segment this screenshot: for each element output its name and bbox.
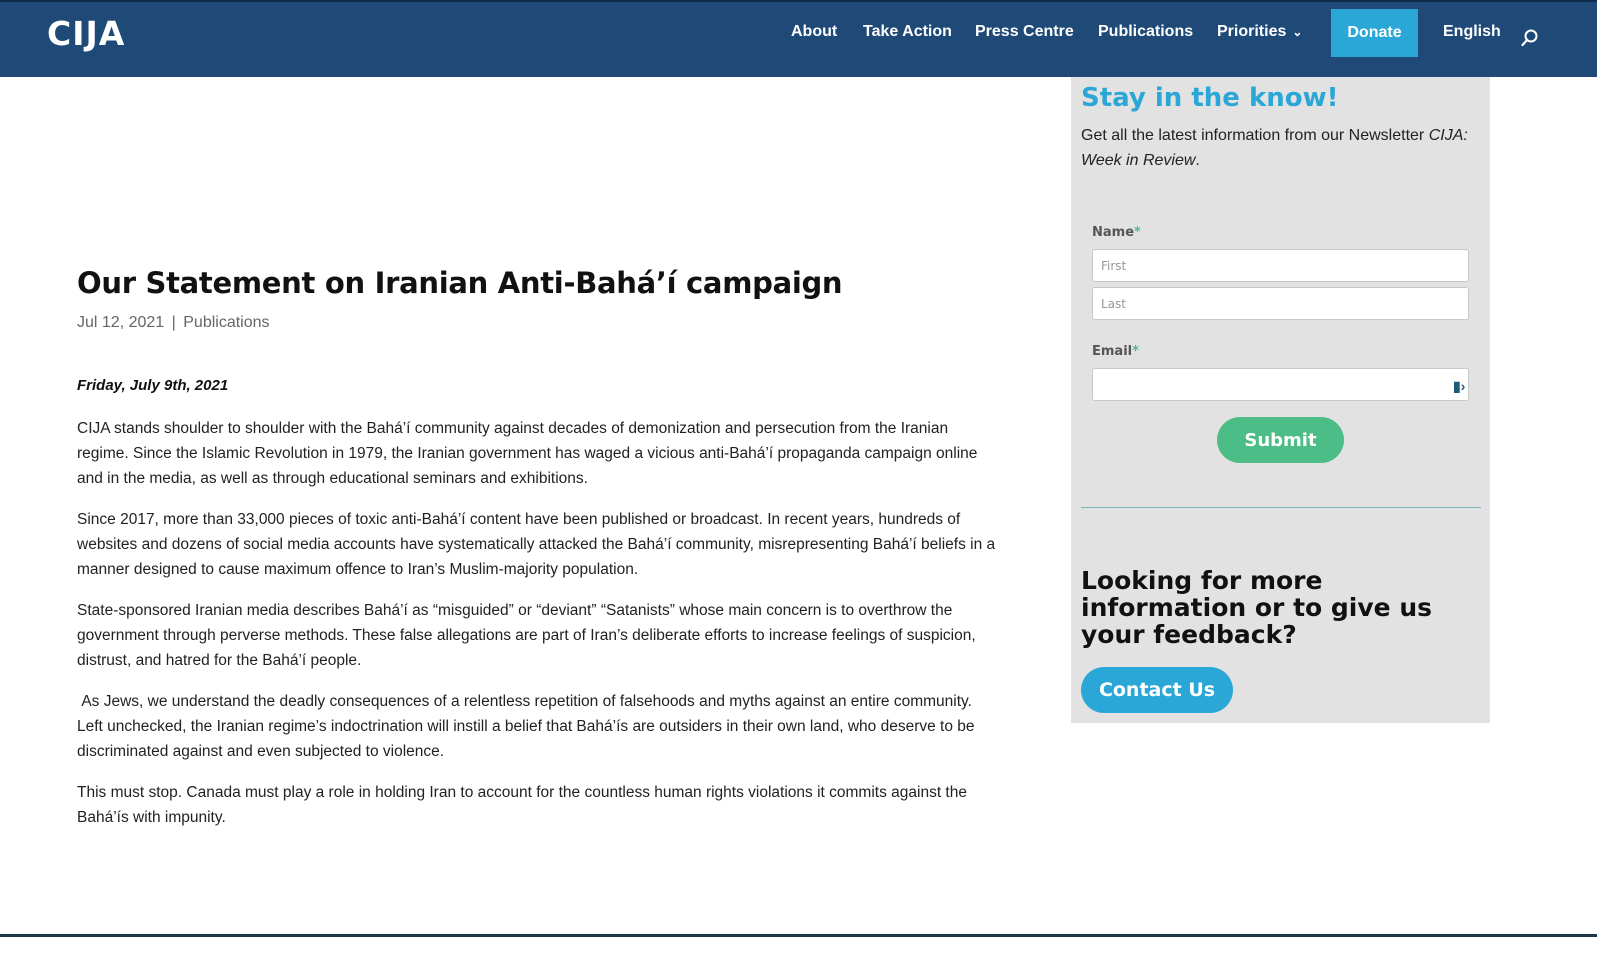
search-icon[interactable] — [1521, 29, 1539, 47]
donate-button[interactable]: Donate — [1331, 9, 1418, 57]
sidebar-divider — [1081, 507, 1481, 508]
autofill-icon[interactable]: ▮› — [1453, 378, 1465, 395]
newsletter-desc-end: . — [1195, 152, 1200, 169]
name-label: Name* — [1092, 225, 1141, 240]
newsletter-heading: Stay in the know! — [1081, 83, 1339, 113]
email-label-text: Email — [1092, 344, 1133, 359]
language-switcher[interactable]: English — [1443, 23, 1501, 41]
newsletter-desc-text: Get all the latest information from our … — [1081, 127, 1429, 144]
nav-priorities-label: Priorities — [1217, 23, 1287, 40]
statement-date: Friday, July 9th, 2021 — [77, 377, 229, 394]
more-info-heading: Looking for more information or to give … — [1081, 566, 1433, 649]
nav-take-action[interactable]: Take Action — [863, 23, 952, 41]
nav-press-centre[interactable]: Press Centre — [975, 23, 1074, 41]
paragraph: This must stop. Canada must play a role … — [77, 784, 967, 826]
main-nav: About Take Action Press Centre Publicati… — [0, 2, 1597, 64]
footer-divider — [0, 934, 1597, 937]
paragraph: State-sponsored Iranian media describes … — [77, 602, 976, 669]
category-link[interactable]: Publications — [183, 314, 269, 331]
newsletter-description: Get all the latest information from our … — [1081, 123, 1476, 173]
submit-button[interactable]: Submit — [1217, 417, 1344, 463]
email-field[interactable] — [1092, 368, 1469, 401]
page-title: Our Statement on Iranian Anti-Bahá’í cam… — [77, 266, 843, 300]
nav-priorities[interactable]: Priorities ⌄ — [1217, 23, 1302, 41]
paragraph: CIJA stands shoulder to shoulder with th… — [77, 420, 978, 487]
name-label-text: Name — [1092, 225, 1135, 240]
newsletter-sidebar: Stay in the know! Get all the latest inf… — [1071, 77, 1490, 723]
chevron-down-icon: ⌄ — [1292, 25, 1303, 39]
article-body: CIJA stands shoulder to shoulder with th… — [77, 416, 997, 846]
nav-publications[interactable]: Publications — [1098, 23, 1193, 41]
site-header: CIJA About Take Action Press Centre Publ… — [0, 0, 1597, 77]
required-mark: * — [1132, 344, 1139, 359]
paragraph: Since 2017, more than 33,000 pieces of t… — [77, 511, 996, 578]
email-label: Email* — [1092, 344, 1139, 359]
nav-about[interactable]: About — [791, 23, 837, 41]
first-name-input[interactable] — [1092, 249, 1469, 282]
last-name-input[interactable] — [1092, 287, 1469, 320]
post-meta: Jul 12, 2021 | Publications — [77, 314, 270, 332]
contact-us-button[interactable]: Contact Us — [1081, 667, 1233, 713]
required-mark: * — [1134, 225, 1141, 240]
post-date: Jul 12, 2021 — [77, 314, 165, 331]
paragraph: As Jews, we understand the deadly conseq… — [77, 693, 979, 760]
meta-separator: | — [171, 314, 176, 331]
